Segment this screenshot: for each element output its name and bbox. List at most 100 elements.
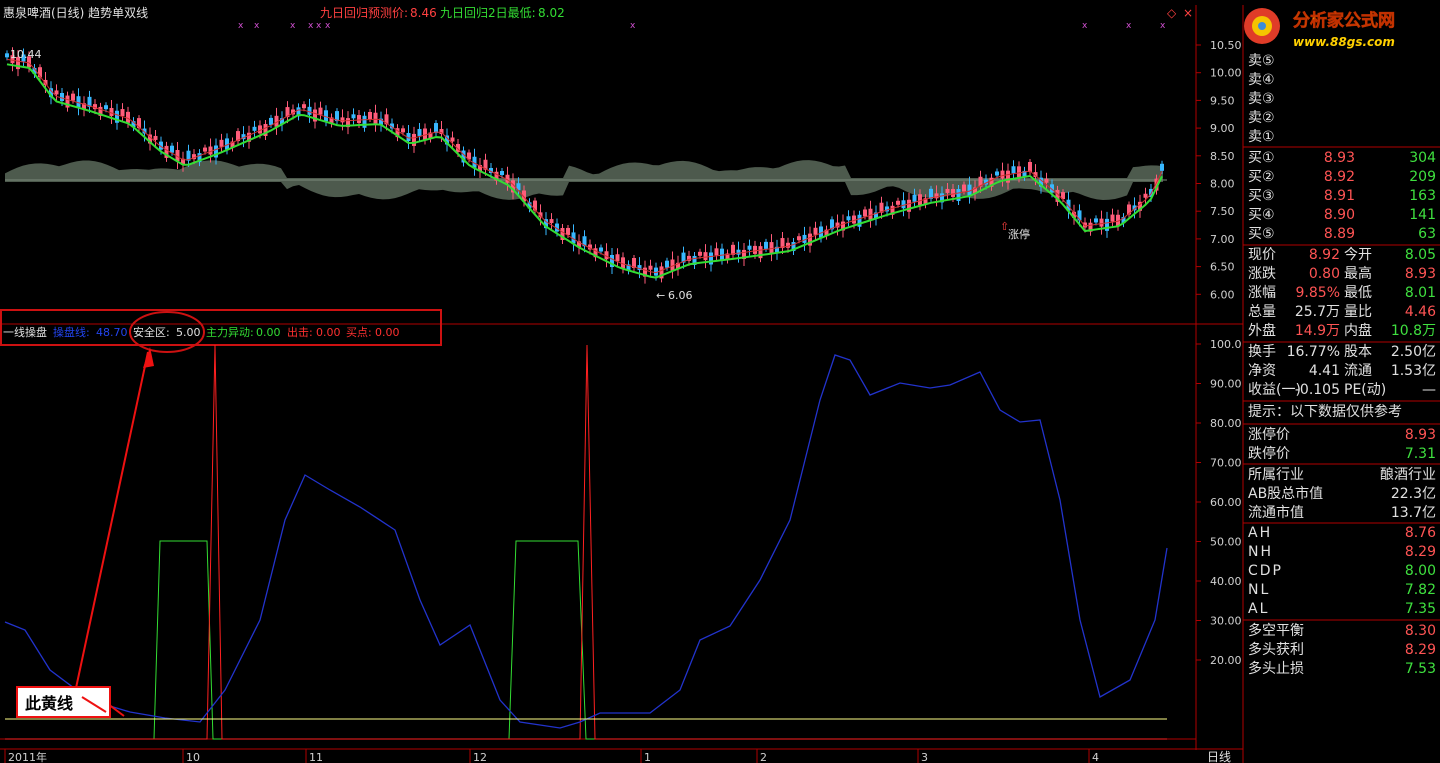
buy-row[interactable]: 买② 8.92 209 <box>1245 168 1438 187</box>
candle <box>599 247 603 252</box>
candle <box>665 260 669 268</box>
candle <box>846 216 851 221</box>
line-label: 操盘线: <box>53 325 90 339</box>
sell-row[interactable]: 卖④ <box>1245 71 1438 90</box>
sell-row[interactable]: 卖⑤ <box>1245 52 1438 71</box>
buy-signal-spikes <box>5 344 1167 740</box>
candle <box>1094 218 1098 223</box>
candle <box>324 110 328 122</box>
chart-title: 惠泉啤酒(日线) 趋势单双线 <box>3 5 148 20</box>
candle <box>54 90 59 95</box>
brand-name: 分析家公式网 <box>1293 10 1395 31</box>
candle <box>252 126 257 131</box>
candle <box>423 128 427 140</box>
cap-row: 流通市值 13.7亿 <box>1248 505 1436 521</box>
indicator-tick: 20.00 <box>1210 654 1242 667</box>
time-tick: 12 <box>473 751 487 763</box>
sell-row[interactable]: 卖② <box>1245 109 1438 128</box>
candle <box>896 200 900 205</box>
candle <box>764 241 768 249</box>
balance-row: 多头止损 7.53 <box>1248 661 1436 677</box>
candle <box>918 194 922 206</box>
candle <box>797 236 801 241</box>
candle <box>76 96 81 108</box>
signal-marker: x <box>290 21 296 31</box>
period-label[interactable]: 日线 <box>1207 750 1231 763</box>
signal-marker: x <box>316 21 322 31</box>
candle <box>962 184 966 192</box>
candle <box>412 133 416 146</box>
buy-label: 买点: <box>346 326 372 339</box>
time-tick: 2 <box>760 751 767 763</box>
candle <box>109 107 114 116</box>
candle <box>813 227 818 235</box>
candle <box>219 139 224 147</box>
main-value: 0.00 <box>256 326 281 339</box>
candle <box>368 112 372 119</box>
candle <box>450 137 455 142</box>
candle <box>318 107 323 115</box>
stat-row: 现价 8.92 今开 8.05 <box>1248 247 1436 263</box>
candle <box>698 251 702 256</box>
candle <box>863 209 867 217</box>
signal-marker: x <box>1082 21 1088 31</box>
low-value: 8.02 <box>538 6 565 20</box>
buy-row[interactable]: 买④ 8.90 141 <box>1245 206 1438 225</box>
stat-row: 换手 16.77% 股本 2.50亿 <box>1248 344 1436 360</box>
exit-value: 0.00 <box>316 326 341 339</box>
price-axis: 10.50 10.00 9.50 9.00 8.50 8.00 7.50 7.00 6.50 6.… <box>1196 39 1242 301</box>
brand-logo <box>1244 8 1280 44</box>
signal-marker: x <box>1126 21 1132 31</box>
safe-zone-line <box>5 540 1167 740</box>
high-annotation: 10.44 <box>10 48 42 61</box>
candle <box>945 188 950 193</box>
sell-row[interactable]: 卖① <box>1245 128 1438 147</box>
predict-label: 九日回归预测价: <box>320 6 408 20</box>
candle <box>104 105 108 110</box>
price-tick: 9.00 <box>1210 122 1235 135</box>
price-tick: 8.50 <box>1210 150 1235 163</box>
level-row: CDP 8.00 <box>1248 563 1436 579</box>
chart-canvas[interactable]: 惠泉啤酒(日线) 趋势单双线 九日回归预测价: 8.46 九日回归2日最低: 8… <box>0 0 1440 763</box>
candle <box>351 114 356 119</box>
candle <box>736 249 741 255</box>
candle <box>71 93 75 101</box>
balance-row: 多空平衡 8.30 <box>1248 623 1436 639</box>
close-icon[interactable]: × <box>1183 6 1193 20</box>
line-value: 48.70 <box>96 326 128 339</box>
candle <box>549 219 554 224</box>
time-tick: 10 <box>186 751 200 763</box>
buy-row[interactable]: 买③ 8.91 163 <box>1245 187 1438 206</box>
candle <box>1160 163 1164 171</box>
time-axis: 2011年 10 11 12 1 2 3 4 <box>4 749 1099 763</box>
buy-row[interactable]: 买⑤ 8.89 63 <box>1245 225 1438 244</box>
buy-row[interactable]: 买① 8.93 304 <box>1245 149 1438 168</box>
balance-row: 多头获利 8.29 <box>1248 642 1436 658</box>
indicator-tick: 50.00 <box>1210 536 1242 549</box>
candle <box>1143 193 1148 198</box>
candle <box>714 248 719 256</box>
level-row: AH 8.76 <box>1248 525 1436 541</box>
indicator-tick: 90.00 <box>1210 378 1242 391</box>
low-annotation: 6.06 <box>668 289 693 302</box>
left-arrow-icon: ← <box>656 289 665 302</box>
indicator-tick: 80.00 <box>1210 417 1242 430</box>
time-tick: 3 <box>921 751 928 763</box>
candle <box>1044 178 1049 183</box>
candle <box>566 227 570 235</box>
safe-label: 安全区: <box>133 325 170 339</box>
candle <box>203 147 207 152</box>
stat-row: 总量 25.7万 量比 4.46 <box>1248 304 1436 320</box>
candle <box>995 171 999 176</box>
indicator-axis: 100.0 90.00 80.00 70.00 60.00 50.00 40.00 30.00… <box>1196 338 1242 667</box>
price-tick: 7.00 <box>1210 233 1235 246</box>
diamond-icon[interactable]: ◇ <box>1167 6 1177 20</box>
candle <box>615 254 620 262</box>
signal-marker: x <box>238 21 244 31</box>
brand-url: www.88gs.com <box>1293 35 1395 49</box>
indicator-tick: 60.00 <box>1210 496 1242 509</box>
price-tick: 10.00 <box>1210 67 1242 80</box>
signal-marker: x <box>254 21 260 31</box>
price-tick: 8.00 <box>1210 178 1235 191</box>
sell-row[interactable]: 卖③ <box>1245 90 1438 109</box>
